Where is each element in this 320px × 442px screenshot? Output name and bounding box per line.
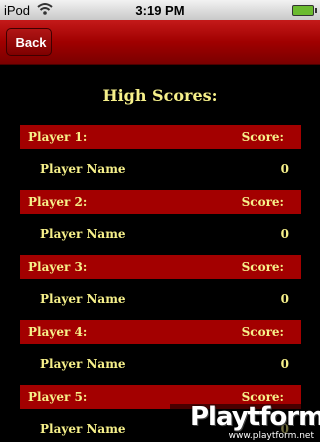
page-title: High Scores:: [102, 86, 218, 105]
back-button-label: Back: [15, 35, 47, 50]
status-bar: iPod 3:19 PM: [0, 0, 320, 20]
player-score-row: Player Name 0: [20, 223, 301, 245]
score-header-label: Score:: [241, 260, 284, 274]
score-header-label: Score:: [241, 325, 284, 339]
player-rank-label: Player 2:: [28, 195, 88, 209]
score-header-label: Score:: [241, 130, 284, 144]
player-score: 0: [280, 292, 289, 306]
player-header-row: Player 1: Score:: [20, 125, 301, 149]
player-score-row: Player Name 0: [20, 158, 301, 180]
player-name: Player Name: [40, 227, 126, 241]
watermark-logo: Playtform: [190, 402, 320, 432]
back-button[interactable]: Back: [6, 28, 52, 56]
battery-icon: [292, 5, 317, 16]
player-rank-label: Player 1:: [28, 130, 88, 144]
player-name: Player Name: [40, 292, 126, 306]
player-rank-label: Player 4:: [28, 325, 88, 339]
player-rank-label: Player 5:: [28, 390, 88, 404]
player-rank-label: Player 3:: [28, 260, 88, 274]
player-score: 0: [280, 162, 289, 176]
site-watermark: Playtform www.playtform.net: [170, 402, 320, 442]
player-header-row: Player 3: Score:: [20, 255, 301, 279]
player-score-row: Player Name 0: [20, 288, 301, 310]
score-header-label: Score:: [241, 195, 284, 209]
watermark-url: www.playtform.net: [228, 431, 314, 441]
player-name: Player Name: [40, 357, 126, 371]
player-score: 0: [280, 357, 289, 371]
player-header-row: Player 2: Score:: [20, 190, 301, 214]
player-name: Player Name: [40, 162, 126, 176]
navigation-bar: Back: [0, 20, 320, 65]
player-score-row: Player Name 0: [20, 353, 301, 375]
player-header-row: Player 4: Score:: [20, 320, 301, 344]
player-name: Player Name: [40, 422, 126, 436]
player-score: 0: [280, 227, 289, 241]
clock-label: 3:19 PM: [135, 3, 185, 18]
